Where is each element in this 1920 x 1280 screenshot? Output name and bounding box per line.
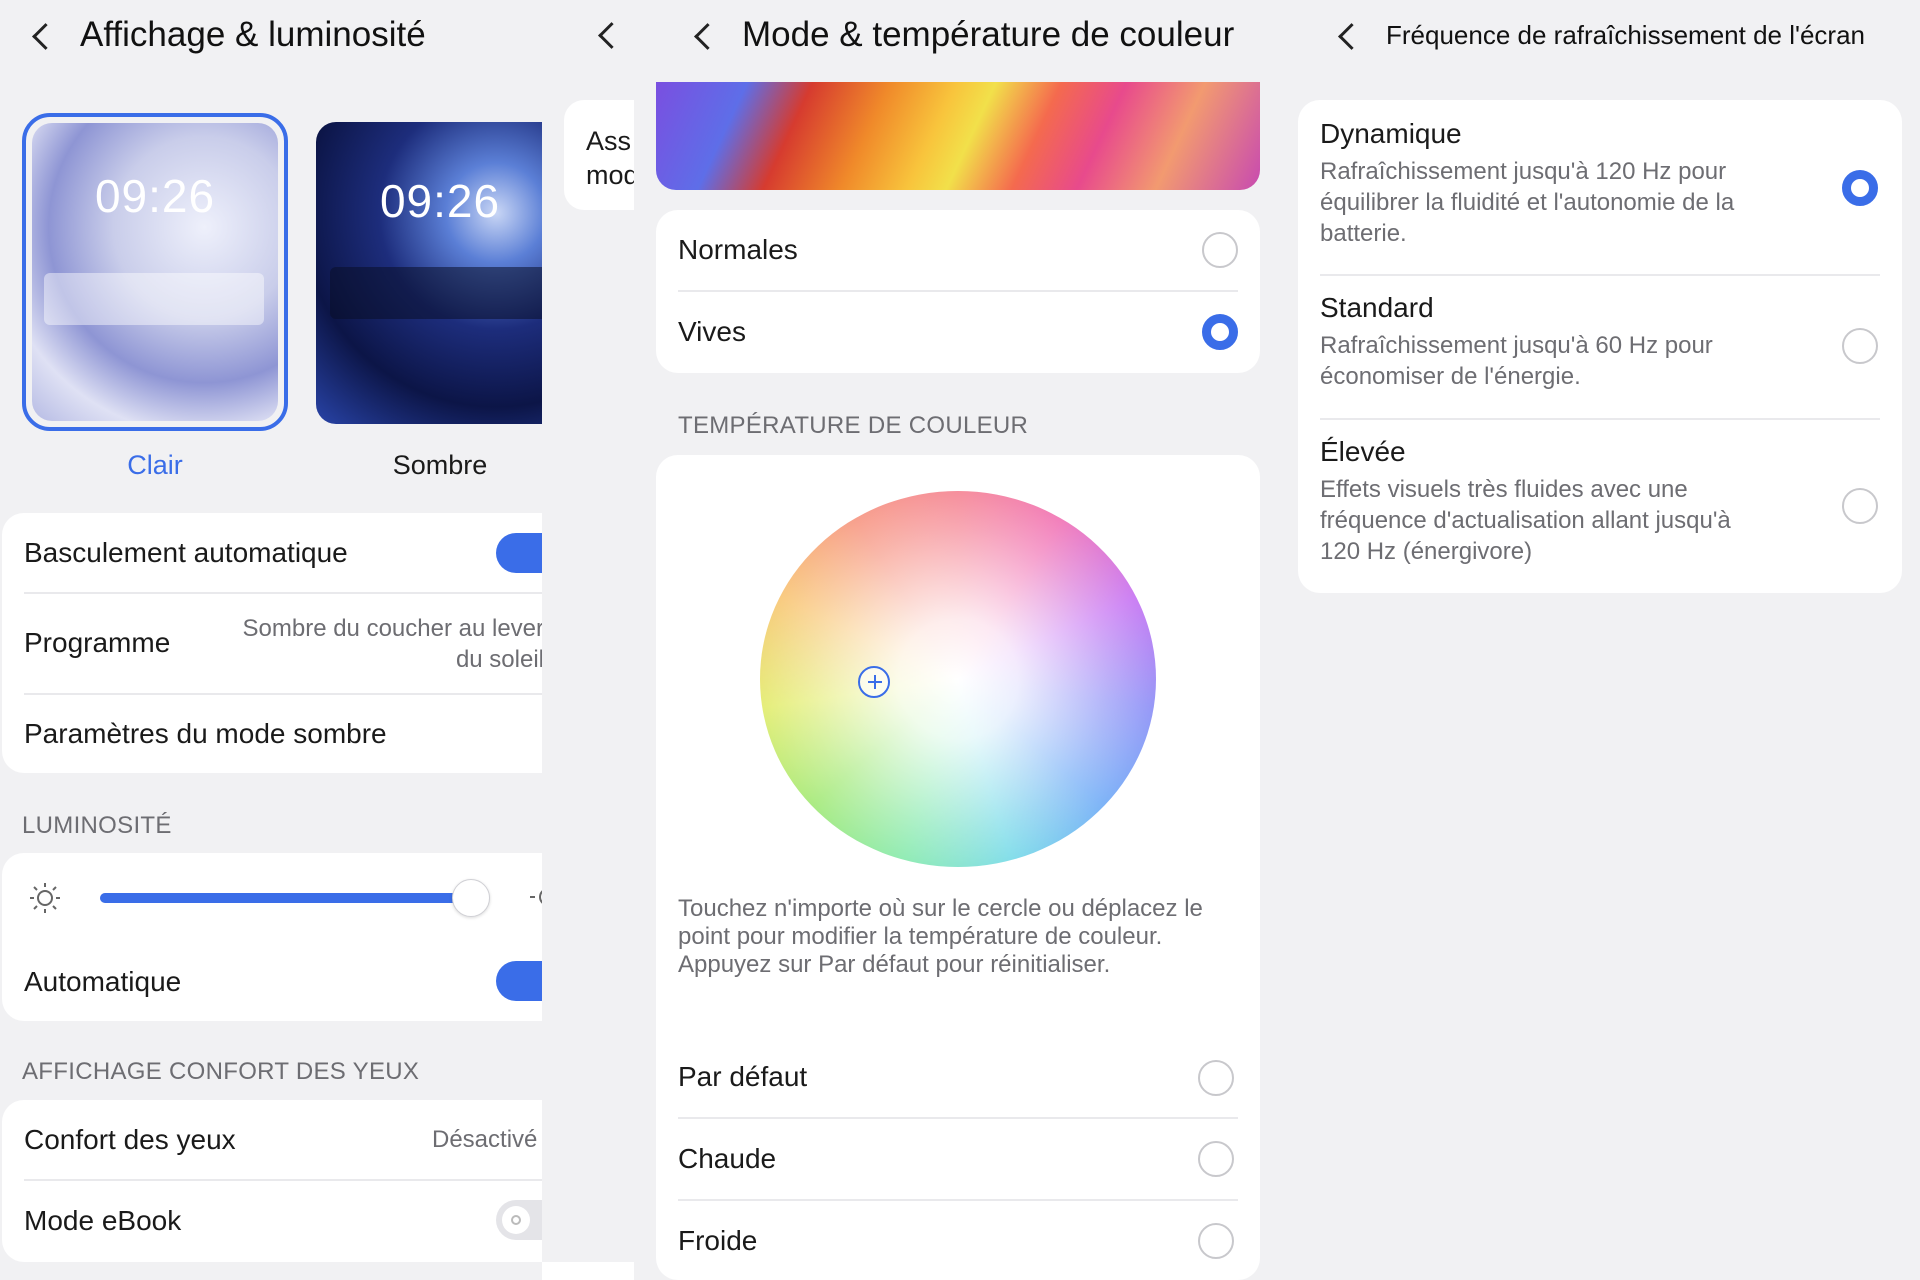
refresh-rate-panel: Fréquence de rafraîchissement de l'écran… [1274,0,1920,1280]
refresh-option-standard[interactable]: Standard Rafraîchissement jusqu'à 60 Hz … [1320,292,1880,416]
refresh-header: Fréquence de rafraîchissement de l'écran [1328,0,1865,70]
theme-dark-label: Sombre [392,450,488,480]
page-title: Mode & température de couleur [742,15,1235,54]
partial-panel: Ass mod [542,0,634,1280]
auto-brightness-toggle[interactable] [496,961,542,1001]
sun-large-icon [530,890,542,904]
temp-cool-label: Froide [678,1225,758,1256]
mode-vivid-label: Vives [678,316,746,347]
temp-cool-radio[interactable] [1198,1223,1234,1259]
option-description: Rafraîchissement jusqu'à 120 Hz pour équ… [1320,158,1735,247]
temp-row-warm[interactable]: Chaude [678,1119,1260,1199]
option-title: Élevée [1320,436,1406,467]
back-icon[interactable] [588,14,628,54]
auto-switch-row[interactable]: Basculement automatique [24,513,542,593]
sun-small-icon [30,883,60,913]
temp-warm-label: Chaude [678,1143,777,1174]
partial-text: Ass mod [586,126,634,190]
brightness-fill [100,893,471,903]
dark-settings-row[interactable]: Paramètres du mode sombre [24,695,542,773]
dark-clock: 09:26 [379,175,501,227]
theme-dark-thumbnail[interactable]: 09:26 [316,122,542,424]
brightness-section-title: LUMINOSITÉ [22,812,172,839]
brightness-card: Automatique [2,853,542,1021]
ebook-toggle[interactable] [496,1200,542,1240]
refresh-option-dynamic[interactable]: Dynamique Rafraîchissement jusqu'à 120 H… [1320,118,1880,274]
auto-switch-label: Basculement automatique [24,537,348,568]
schedule-value: Sombre du coucher au lever du soleil [242,615,543,673]
theme-light-label: Clair [127,450,183,480]
auto-brightness-row[interactable]: Automatique [24,943,542,1021]
eye-comfort-value: Désactivé [432,1126,538,1153]
dark-mode-card: Basculement automatique Programme Sombre… [2,513,542,773]
display-panel: Affichage & luminosité 09:26 09:26 Clair… [0,0,542,1280]
partial-card: Ass mod [564,100,634,210]
temp-row-default[interactable]: Par défaut [678,1037,1260,1117]
option-title: Dynamique [1320,118,1462,149]
eye-comfort-label: Confort des yeux [24,1124,236,1155]
refresh-dynamic-radio[interactable] [1842,170,1878,206]
back-icon[interactable] [684,15,724,55]
dark-settings-label: Paramètres du mode sombre [24,718,387,749]
display-header: Affichage & luminosité [22,0,426,70]
color-mode-header: Mode & température de couleur [684,0,1234,70]
auto-switch-toggle[interactable] [496,533,542,573]
refresh-standard-radio[interactable] [1842,328,1878,364]
refresh-option-high[interactable]: Élevée Effets visuels très fluides avec … [1320,436,1880,592]
temp-default-radio[interactable] [1198,1060,1234,1096]
mode-normal-radio[interactable] [1202,232,1238,268]
ebook-label: Mode eBook [24,1205,182,1236]
light-wallpaper [32,123,278,421]
option-description: Rafraîchissement jusqu'à 60 Hz pour écon… [1320,332,1713,390]
light-clock: 09:26 [94,170,216,222]
brightness-thumb[interactable] [451,879,490,917]
crosshair-icon[interactable] [858,666,890,698]
dark-wallpaper [316,122,542,424]
eye-comfort-card: Confort des yeux Désactivé Mode eBook [2,1100,542,1262]
mode-row-vivid[interactable]: Vives [678,292,1260,372]
auto-brightness-label: Automatique [24,966,182,997]
temperature-card: Touchez n'importe où sur le cercle ou dé… [656,455,1260,1280]
brightness-track[interactable] [100,879,490,917]
refresh-high-radio[interactable] [1842,488,1878,524]
option-title: Standard [1320,292,1434,323]
mode-row-normal[interactable]: Normales [678,210,1260,290]
schedule-label: Programme [24,627,171,658]
theme-light-thumbnail[interactable]: 09:26 [22,113,288,431]
back-icon[interactable] [22,15,62,55]
temp-warm-radio[interactable] [1198,1141,1234,1177]
color-preview-image [656,82,1260,190]
color-mode-card: Normales Vives [656,210,1260,373]
temp-default-label: Par défaut [678,1061,808,1092]
ebook-row[interactable]: Mode eBook [24,1181,542,1261]
option-description: Effets visuels très fluides avec une fré… [1320,476,1731,565]
back-icon[interactable] [1328,15,1368,55]
page-title: Affichage & luminosité [80,15,426,54]
eye-comfort-section-title: AFFICHAGE CONFORT DES YEUX [22,1058,420,1085]
mode-normal-label: Normales [678,234,798,265]
mode-vivid-radio[interactable] [1202,314,1238,350]
temp-row-cool[interactable]: Froide [678,1201,1260,1280]
color-mode-panel: Mode & température de couleur Normales V… [634,0,1274,1280]
page-title: Fréquence de rafraîchissement de l'écran [1386,19,1865,50]
refresh-options-card: Dynamique Rafraîchissement jusqu'à 120 H… [1298,100,1902,593]
color-wheel[interactable] [760,491,1156,867]
temperature-hint: Touchez n'importe où sur le cercle ou dé… [678,895,1203,978]
temperature-section-title: TEMPÉRATURE DE COULEUR [678,412,1029,439]
